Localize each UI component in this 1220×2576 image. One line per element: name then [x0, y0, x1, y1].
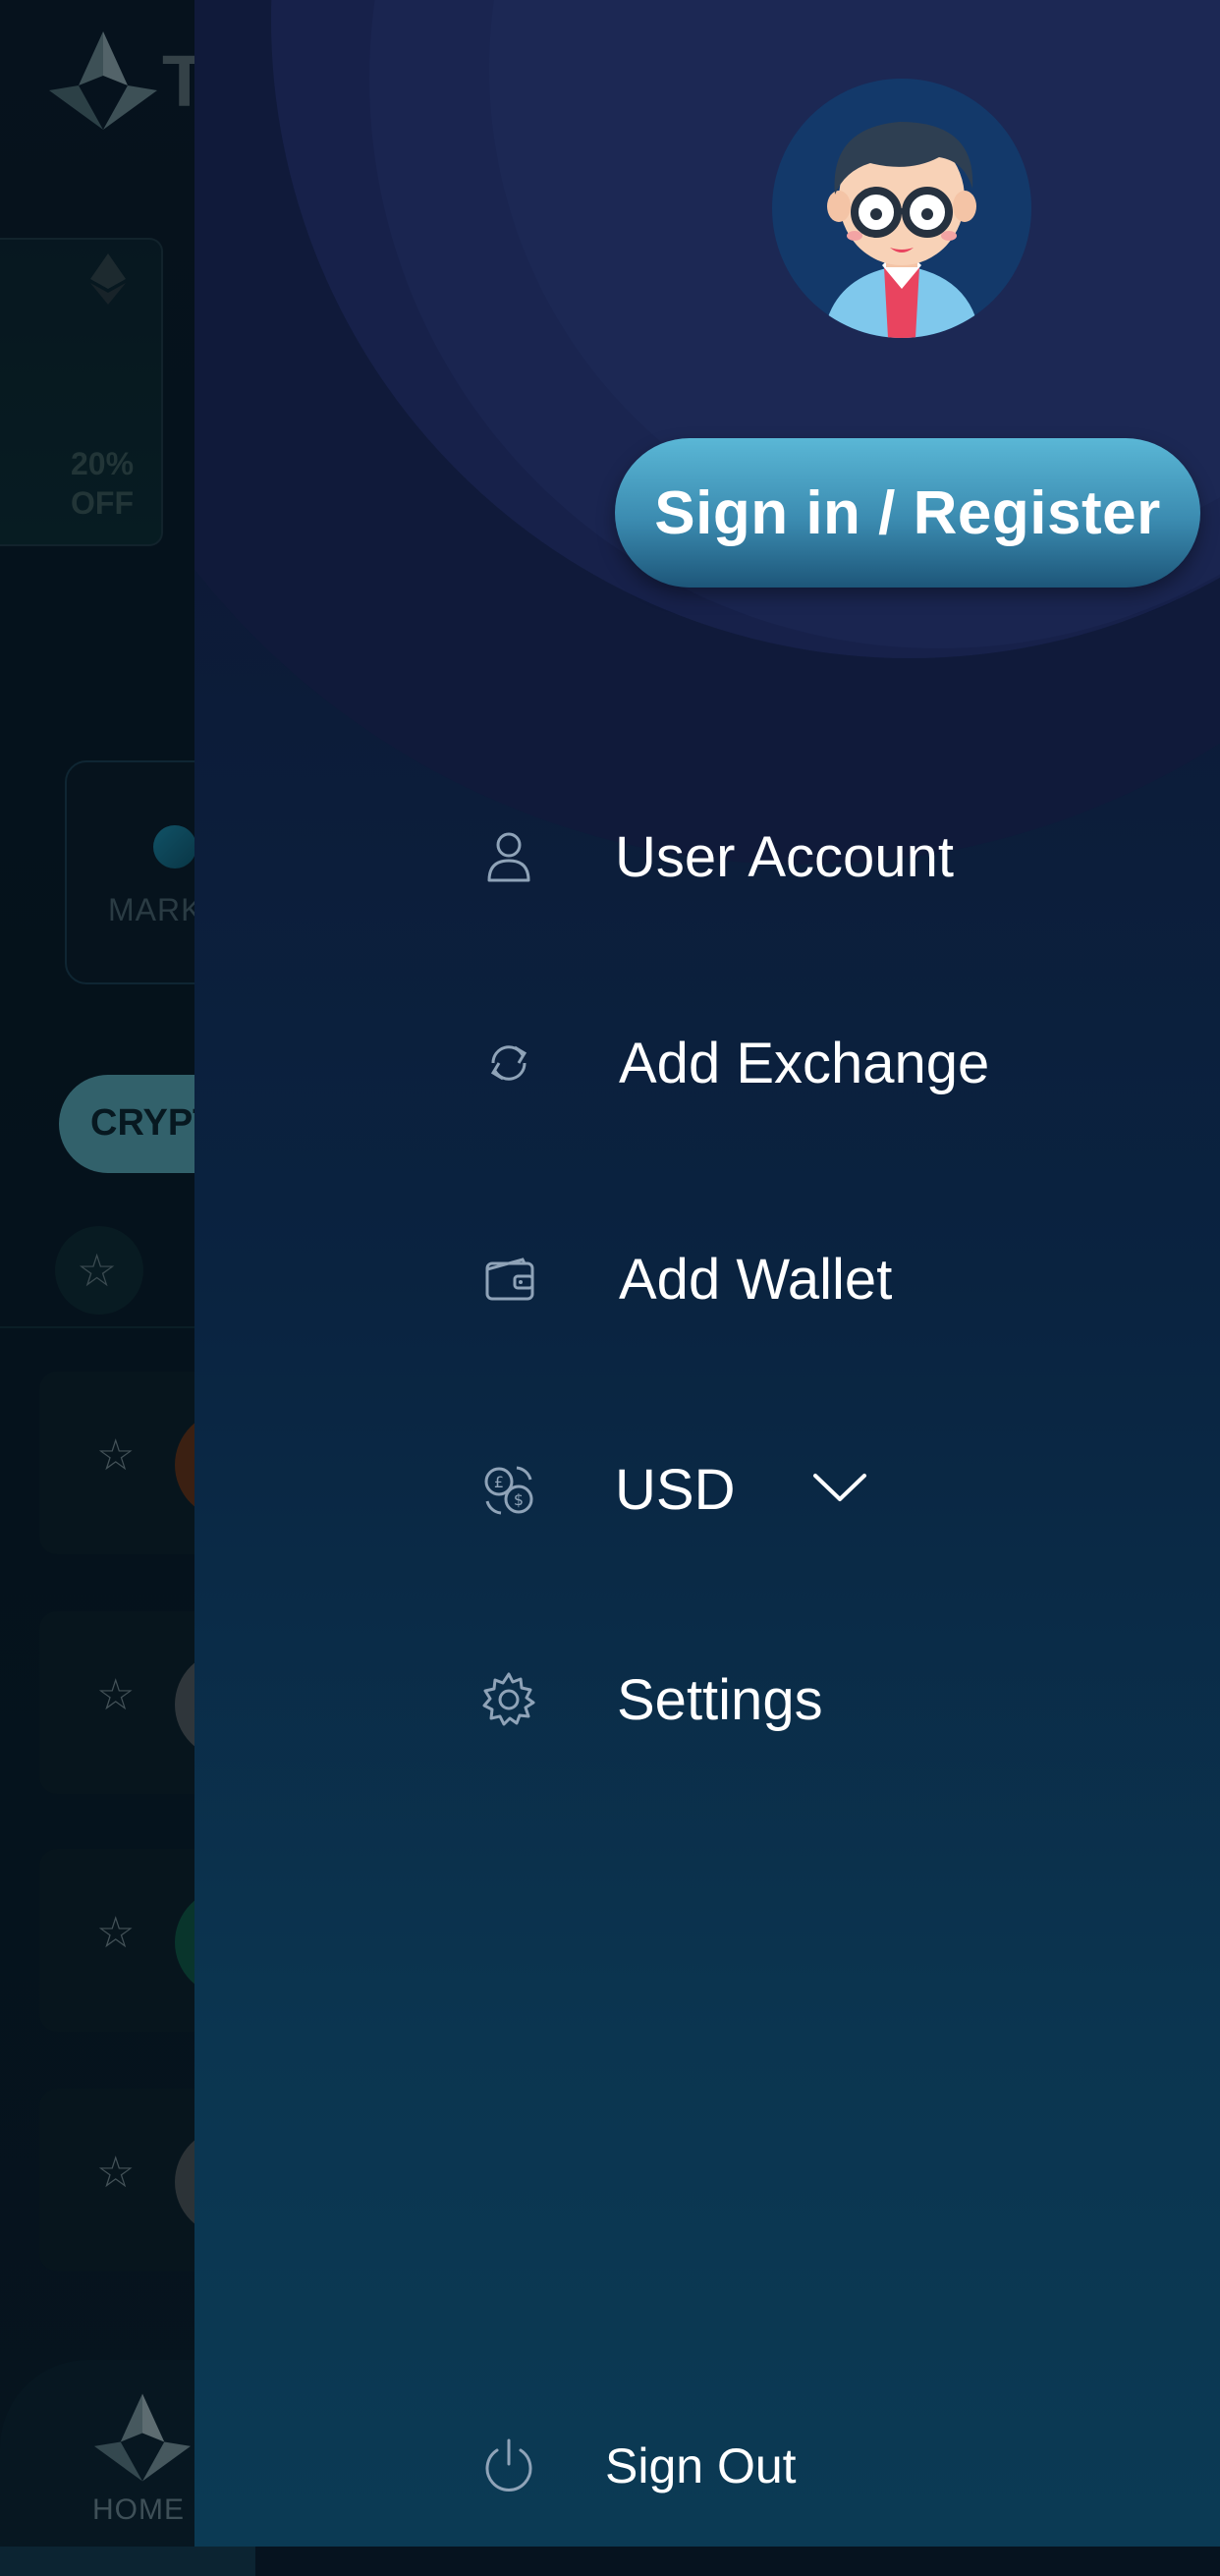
power-icon: [485, 2438, 532, 2492]
side-drawer: Sign in / Register User Account Add Exch…: [194, 0, 1220, 2547]
svg-text:$: $: [514, 1490, 524, 1509]
menu-label: Settings: [617, 1667, 823, 1732]
chevron-down-icon[interactable]: [811, 1468, 868, 1507]
exchange-icon: [490, 1045, 527, 1081]
menu-label: Add Wallet: [619, 1247, 893, 1312]
menu-label: USD: [615, 1457, 736, 1522]
currency-icon: £ $: [484, 1466, 533, 1515]
menu-label: User Account: [615, 824, 954, 889]
svg-text:£: £: [494, 1473, 504, 1491]
wallet-icon: [485, 1258, 534, 1301]
sign-in-register-button[interactable]: Sign in / Register: [615, 438, 1200, 588]
sign-out-label: Sign Out: [605, 2438, 797, 2493]
menu-item-settings[interactable]: Settings: [479, 1651, 1220, 1749]
gear-icon: [482, 1672, 535, 1726]
menu-item-user-account[interactable]: User Account: [479, 808, 1220, 906]
avatar[interactable]: [772, 79, 1031, 338]
sign-out-button[interactable]: Sign Out: [479, 2417, 1220, 2515]
menu-item-add-wallet[interactable]: Add Wallet: [479, 1230, 1220, 1328]
menu-label: Add Exchange: [619, 1031, 990, 1095]
user-icon: [487, 832, 530, 882]
menu-item-add-exchange[interactable]: Add Exchange: [479, 1014, 1220, 1112]
overlay-scrim[interactable]: [0, 0, 196, 2547]
